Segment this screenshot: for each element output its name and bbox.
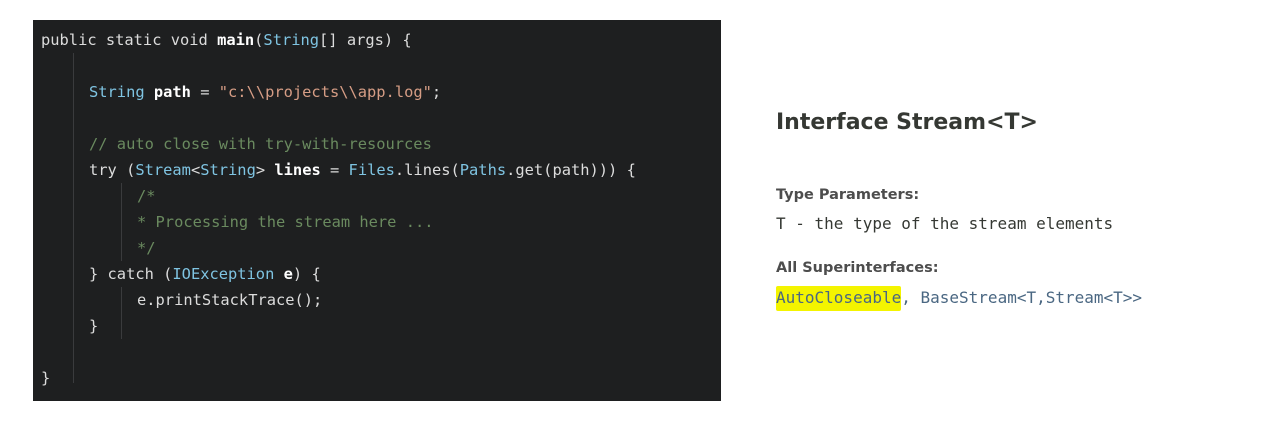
- code-token: }: [41, 369, 51, 387]
- javadoc-panel: Interface Stream<T> Type Parameters: T -…: [760, 90, 1260, 330]
- superinterfaces-rest[interactable]: , BaseStream<T,Stream<T>>: [901, 288, 1142, 307]
- type-parameters-label: Type Parameters:: [776, 187, 920, 203]
- code-editor-panel: public static void main(String[] args) {…: [33, 20, 721, 401]
- code-token: * Processing the stream here ...: [137, 213, 434, 231]
- code-line: * Processing the stream here ...: [137, 209, 434, 235]
- code-line: }: [41, 365, 50, 391]
- code-token: Paths: [459, 161, 507, 179]
- code-token: }: [89, 317, 99, 335]
- code-token: "c:\\projects\\app.log": [218, 83, 432, 101]
- code-token: String: [200, 161, 256, 179]
- type-parameters-value: T - the type of the stream elements: [776, 214, 1114, 233]
- code-line: }: [89, 313, 98, 339]
- code-line: /*: [137, 183, 156, 209]
- code-token: <: [190, 161, 201, 179]
- code-line: String path = "c:\\projects\\app.log";: [89, 79, 441, 105]
- code-token: /*: [137, 187, 156, 205]
- superinterfaces-label: All Superinterfaces:: [776, 260, 939, 276]
- code-token: public static void: [41, 31, 218, 49]
- superinterfaces-list: AutoCloseable, BaseStream<T,Stream<T>>: [776, 286, 1142, 311]
- code-token: String: [263, 31, 320, 49]
- code-token: e: [283, 265, 293, 283]
- indent-guide: [121, 183, 122, 261]
- code-token: // auto close with try-with-resources: [89, 135, 432, 153]
- code-token: String: [89, 83, 154, 101]
- code-line: try (Stream<String> lines = Files.lines(…: [89, 157, 636, 183]
- code-line: e.printStackTrace();: [137, 287, 322, 313]
- code-line: */: [137, 235, 156, 261]
- code-token: >: [255, 161, 275, 179]
- code-line: public static void main(String[] args) {: [41, 27, 412, 53]
- code-token: Stream: [135, 161, 191, 179]
- code-token: .lines(: [394, 161, 460, 179]
- code-token: IOException: [172, 265, 275, 283]
- indent-guide: [73, 53, 74, 383]
- doc-title: Interface Stream<T>: [776, 110, 1038, 135]
- code-token: [] args) {: [319, 31, 412, 49]
- code-token: */: [137, 239, 156, 257]
- code-token: path: [153, 83, 191, 101]
- code-token: } catch (: [89, 265, 173, 283]
- code-line: // auto close with try-with-resources: [89, 131, 432, 157]
- code-token: Files: [348, 161, 395, 179]
- code-token: .get(path))) {: [506, 161, 636, 179]
- indent-guide: [121, 287, 122, 339]
- code-token: ;: [431, 83, 442, 101]
- autocloseable-link[interactable]: AutoCloseable: [776, 286, 902, 311]
- code-token: lines: [274, 161, 321, 179]
- code-token: ) {: [292, 265, 321, 283]
- code-token: try (: [89, 161, 136, 179]
- code-line: } catch (IOException e) {: [89, 261, 321, 287]
- code-token: main: [217, 31, 255, 49]
- code-token: =: [320, 161, 349, 179]
- code-token: e.printStackTrace();: [137, 291, 323, 309]
- code-token: =: [190, 83, 219, 101]
